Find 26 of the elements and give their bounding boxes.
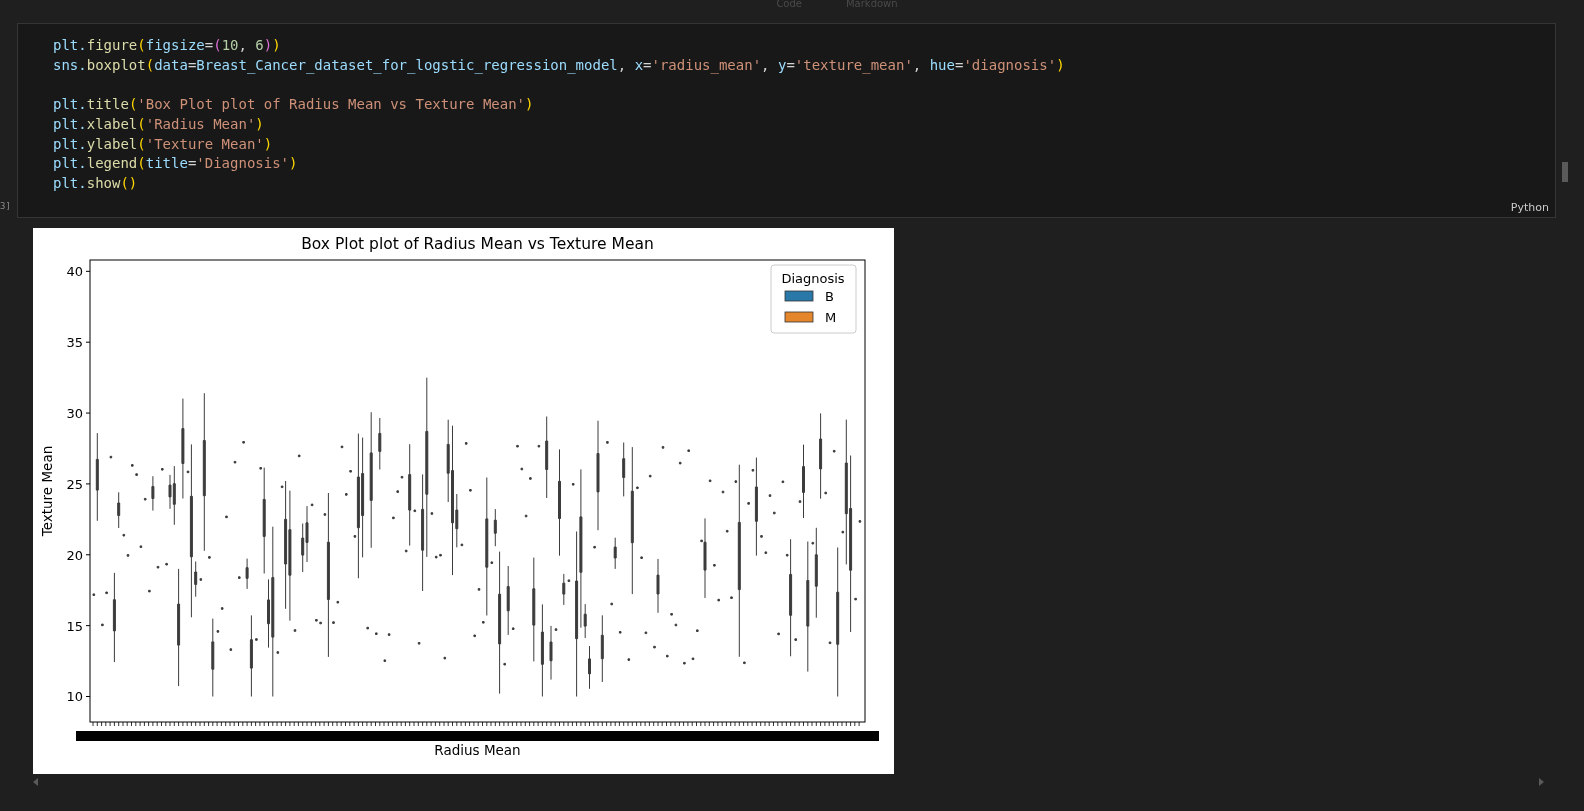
code-line: plt.xlabel('Radius Mean') [53, 114, 264, 134]
y-tick-label: 40 [66, 264, 83, 280]
y-axis-label: Texture Mean [39, 445, 55, 537]
code-line: plt.legend(title='Diagnosis') [53, 154, 298, 174]
chart-title: Box Plot plot of Radius Mean vs Texture Mean [301, 235, 654, 253]
legend-title: Diagnosis [781, 271, 845, 286]
y-tick-label: 20 [66, 547, 83, 563]
scroll-left-icon[interactable] [33, 778, 39, 786]
legend-label: M [825, 310, 837, 325]
language-label[interactable]: Python [1510, 201, 1549, 214]
y-tick-label: 10 [66, 689, 83, 705]
scrollbar-thumb[interactable] [1562, 162, 1568, 182]
code-line: plt.figure(figsize=(10, 6)) [53, 36, 281, 55]
legend-label: B [825, 289, 834, 304]
code-cell[interactable] [17, 23, 1556, 218]
execution-count: 3] [0, 201, 12, 211]
code-line: sns.boxplot(data=Breast_Cancer_dataset_for_logstic_regression_model, x='radius_mean', y='texture_mean', hue='diagnosis') [53, 55, 1065, 76]
y-tick-label: 30 [66, 406, 83, 422]
code-line: plt.show() [53, 173, 138, 193]
y-tick-label: 15 [66, 618, 83, 634]
scroll-right-icon[interactable] [1538, 778, 1544, 786]
code-line: plt.ylabel('Texture Mean') [53, 134, 273, 154]
y-tick-label: 35 [66, 335, 83, 351]
code-line: plt.title('Box Plot plot of Radius Mean vs Texture Mean') [53, 95, 534, 115]
y-tick-label: 25 [66, 476, 83, 492]
x-axis-label: Radius Mean [434, 742, 521, 758]
